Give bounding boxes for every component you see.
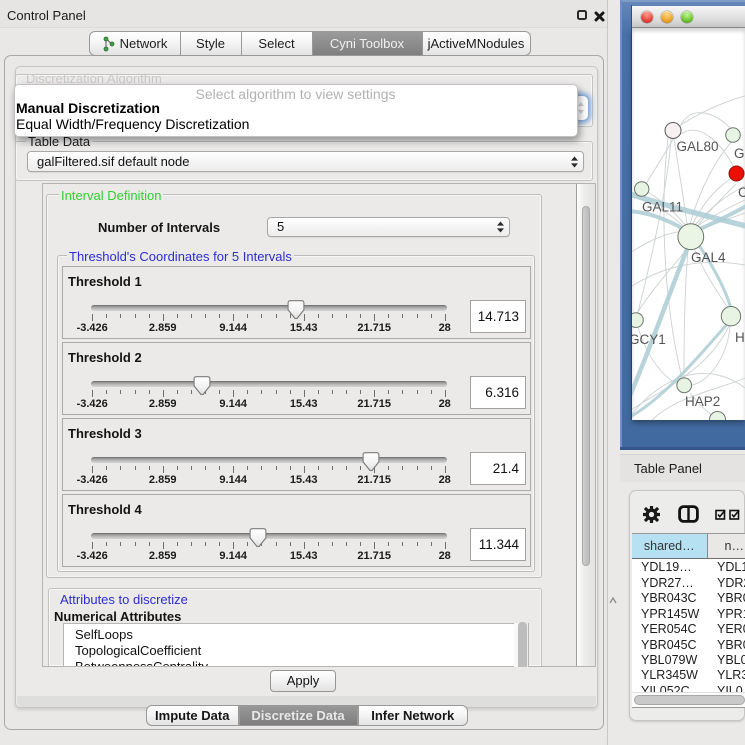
svg-text:HAP2: HAP2	[685, 394, 720, 409]
svg-text:GCY1: GCY1	[632, 332, 666, 347]
svg-text:GAL80: GAL80	[677, 139, 719, 154]
svg-text:C: C	[738, 185, 745, 200]
svg-text:GAL4: GAL4	[691, 250, 726, 265]
svg-text:G.: G.	[734, 146, 745, 161]
svg-text:GAL11: GAL11	[642, 200, 683, 215]
svg-text:H: H	[735, 330, 745, 345]
